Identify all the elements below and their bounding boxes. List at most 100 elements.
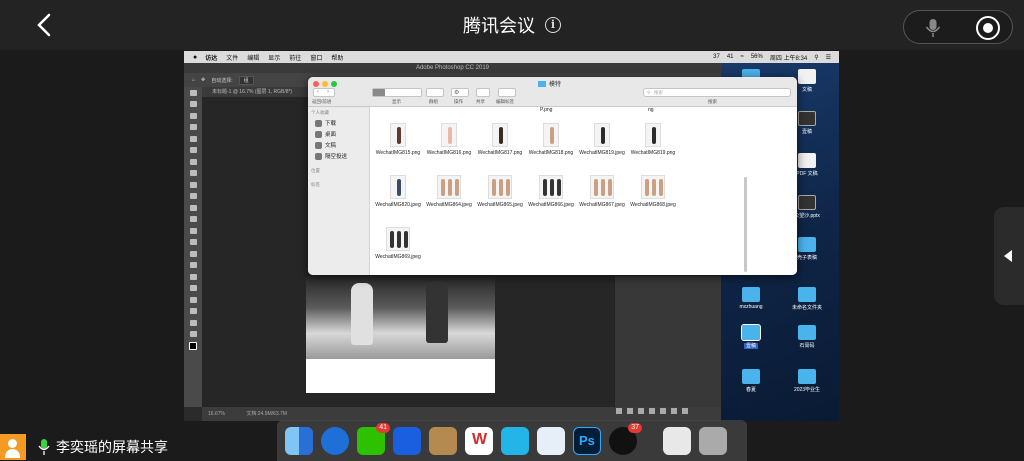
file-item[interactable]: WechatIMG816.png [424,123,474,156]
path-select-tool-icon[interactable] [184,283,202,295]
partial-file-name[interactable]: ng [648,107,654,113]
dodge-tool-icon[interactable] [184,248,202,260]
view-mode-buttons[interactable] [372,88,422,97]
partial-file-name[interactable]: P.png [540,107,552,113]
desktop-icon[interactable]: 石膏码 [787,325,827,349]
hand-tool-icon[interactable] [184,306,202,318]
file-item[interactable]: WechatIMG865.jpeg [475,175,525,208]
forward-arrow-icon[interactable]: › [327,89,329,95]
desktop-icon[interactable]: mxzhuang [731,287,771,310]
finder-scrollbar[interactable] [744,177,747,272]
sidebar-locations-header[interactable]: 位置 [311,168,369,174]
lanhu-dock-icon[interactable] [393,426,421,455]
quick-select-tool-icon[interactable] [184,122,202,134]
auto-select-dropdown[interactable]: 组 [238,75,254,85]
baidu-netdisk-dock-icon[interactable] [537,426,565,455]
qq-dock-icon[interactable]: 37 [609,422,642,455]
file-item[interactable]: WechatIMG819.png [628,123,678,156]
file-item[interactable]: WechatIMG818.png [526,123,576,156]
stamp-tool-icon[interactable] [184,191,202,203]
clock-text[interactable]: 周四 上午8:34 [770,53,807,62]
gradient-tool-icon[interactable] [184,225,202,237]
file-item[interactable]: WechatIMG867.jpeg [577,175,627,208]
back-forward-buttons[interactable]: ‹ › [313,88,335,97]
move-tool-icon[interactable] [184,87,202,99]
wechat-dock-icon[interactable]: 41 [357,422,390,455]
photoshop-dock-icon[interactable]: Ps [573,426,601,455]
file-item[interactable]: WechatIMG868.jpeg [628,175,678,208]
layer-mask-icon[interactable] [638,408,644,414]
finder-search-field[interactable]: ⚲ 搜索 [643,88,791,97]
tags-button[interactable] [498,88,516,97]
document-dock-icon[interactable] [663,426,691,455]
microphone-icon[interactable] [922,17,944,39]
auto-select-label[interactable]: 自动选择: [211,77,232,84]
group-button[interactable] [426,88,444,97]
file-item[interactable]: WechatIMG864.jpeg [424,175,474,208]
avatar[interactable] [0,433,26,460]
link-layers-icon[interactable] [616,408,622,414]
apple-icon[interactable]: ● [193,54,197,61]
desktop-icon[interactable]: 壹稿 [731,324,771,349]
marquee-tool-icon[interactable] [184,99,202,111]
battery-text[interactable]: 56% [751,54,763,60]
home-icon[interactable]: ⌂ [192,77,195,83]
info-icon[interactable]: i [545,17,561,33]
lasso-tool-icon[interactable] [184,110,202,122]
file-item[interactable]: WechatIMG815.png [373,123,423,156]
menu-item-view[interactable]: 显示 [268,53,280,62]
share-button[interactable] [476,88,490,97]
app-dock-icon[interactable] [501,426,529,455]
search-icon[interactable]: ⚲ [814,54,818,61]
status-badge-41[interactable]: 41 [727,54,734,60]
file-item[interactable]: WechatIMG866.jpeg [526,175,576,208]
action-button[interactable]: ⚙ [451,88,469,97]
color-swatch-icon[interactable] [184,340,202,352]
eraser-tool-icon[interactable] [184,214,202,226]
menu-item-go[interactable]: 前往 [289,53,301,62]
brush-tool-icon[interactable] [184,179,202,191]
desktop-icon[interactable]: 春夏 [731,369,771,393]
file-item[interactable]: WechatIMG820.jpeg [373,175,423,208]
control-center-icon[interactable]: ☰ [826,54,831,61]
desktop-icon[interactable]: 未命名文件夹 [787,287,827,311]
document-canvas[interactable] [306,273,495,393]
crop-tool-icon[interactable] [184,133,202,145]
type-tool-icon[interactable] [184,271,202,283]
menu-item-window[interactable]: 窗口 [310,53,322,62]
menu-app-name[interactable]: 访达 [205,53,217,62]
sidebar-item-downloads[interactable]: 下载 [315,119,369,127]
icon-view-icon[interactable] [373,89,385,96]
record-icon[interactable] [976,16,1000,40]
gear-icon[interactable]: ⚙ [454,89,459,96]
file-item[interactable]: WechatIMG819.jpeg [577,123,627,156]
layer-style-icon[interactable] [627,408,633,414]
file-item[interactable]: WechatIMG869.jpeg [373,227,423,260]
zoom-tool-icon[interactable] [184,317,202,329]
zoom-level[interactable]: 16.67% [208,411,225,417]
back-arrow-icon[interactable]: ‹ [317,89,319,95]
safari-dock-icon[interactable] [321,426,349,455]
trash-dock-icon[interactable] [699,426,727,455]
adjustment-layer-icon[interactable] [649,408,655,414]
healing-tool-icon[interactable] [184,168,202,180]
zoom-window-icon[interactable] [331,81,337,87]
delete-layer-icon[interactable] [682,408,688,414]
status-badge-37[interactable]: 37 [713,54,720,60]
sidebar-item-airdrop[interactable]: 隔空投送 [315,152,369,160]
menu-item-help[interactable]: 帮助 [331,53,343,62]
close-window-icon[interactable] [313,81,319,87]
history-brush-icon[interactable] [184,202,202,214]
more-tools-icon[interactable] [184,329,202,341]
menu-item-file[interactable]: 文件 [226,53,238,62]
wps-dock-icon[interactable]: W [465,426,493,455]
move-tool-icon[interactable]: ✥ [201,77,205,83]
photo-dock-icon[interactable] [429,426,457,455]
blur-tool-icon[interactable] [184,237,202,249]
sidebar-tags-header[interactable]: 标签 [311,182,369,188]
eyedropper-tool-icon[interactable] [184,156,202,168]
frame-tool-icon[interactable] [184,145,202,157]
new-group-icon[interactable] [660,408,666,414]
collapse-panel-button[interactable] [994,207,1024,305]
sidebar-item-desktop[interactable]: 桌面 [315,130,369,138]
